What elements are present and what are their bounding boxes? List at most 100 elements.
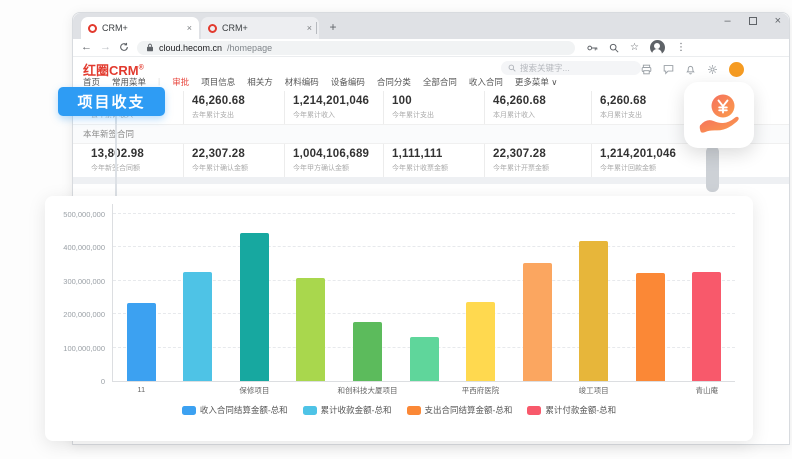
browser-tab-1[interactable]: CRM+ ×: [81, 17, 199, 39]
bar[interactable]: [523, 263, 552, 381]
metric-label: 今年新签合同额: [91, 163, 183, 173]
bar[interactable]: [183, 272, 212, 381]
minimize-button[interactable]: –: [724, 15, 730, 27]
bar[interactable]: [127, 303, 156, 381]
metric-this-year-expense: 100 今年累计支出: [383, 91, 484, 124]
bar-slot: [170, 204, 227, 381]
legend-item[interactable]: 支出合同结算金额-总和: [407, 404, 513, 416]
gear-icon[interactable]: [707, 64, 718, 75]
nav-item-more-menu[interactable]: 更多菜单 ∨: [515, 76, 558, 88]
nav-item-material-code[interactable]: 材料编码: [285, 76, 319, 88]
tab-close-icon[interactable]: ×: [187, 23, 192, 33]
key-icon[interactable]: [587, 44, 598, 52]
browser-tab-2[interactable]: CRM+ ×: [201, 17, 319, 39]
bar-slots: 11保修项目和创科技大厦项目平西府医院竣工项目青山庵: [113, 204, 735, 381]
metric-this-year-income: 1,214,201,046 今年累计收入: [284, 91, 383, 124]
bar[interactable]: [636, 273, 665, 381]
nav-item-approval[interactable]: 审批: [172, 76, 189, 88]
bar[interactable]: [240, 233, 269, 381]
padlock-icon: [146, 43, 154, 52]
x-axis-label: 平西府医院: [462, 385, 500, 396]
addressbar-icons: ☆ ⋮: [587, 40, 686, 55]
legend-swatch: [182, 406, 196, 415]
nav-item-equipment-code[interactable]: 设备编码: [331, 76, 365, 88]
legend-swatch: [407, 406, 421, 415]
metric-label: 本月累计支出: [600, 110, 695, 120]
metric-value: 1,004,106,689: [293, 148, 383, 160]
bar[interactable]: [692, 272, 721, 381]
legend-swatch: [303, 406, 317, 415]
tab-close-icon[interactable]: ×: [307, 23, 312, 33]
logo-registered-mark: ®: [139, 65, 144, 72]
header-icons: [641, 62, 744, 77]
chart-legend: 收入合同结算金额-总和 累计收款金额-总和 支出合同结算金额-总和 累计付款金额-总和: [45, 404, 753, 416]
browser-menu-icon[interactable]: ⋮: [676, 43, 686, 53]
maximize-button[interactable]: [749, 17, 757, 25]
nav-item-income-contracts[interactable]: 收入合同: [469, 76, 503, 88]
metric-invoice-received-amount: 1,111,111 今年累计收票金额: [383, 144, 484, 177]
metric-new-contract-amount: 13,802.98 今年新签合同额: [83, 144, 183, 177]
bar[interactable]: [410, 337, 439, 381]
app-search[interactable]: [501, 61, 641, 75]
legend-item[interactable]: 累计付款金额-总和: [527, 404, 616, 416]
window-controls: – ×: [724, 15, 781, 27]
new-tab-button[interactable]: +: [325, 20, 341, 36]
metric-label: 今年甲方确认金额: [293, 163, 383, 173]
nav-item-contract-category[interactable]: 合同分类: [377, 76, 411, 88]
message-icon[interactable]: [663, 64, 674, 75]
plot-area: 11保修项目和创科技大厦项目平西府医院竣工项目青山庵: [112, 204, 735, 382]
badge-connector-line: [115, 116, 117, 196]
bar-slot: 保修项目: [226, 204, 283, 381]
address-bar: ← → cloud.hecom.cn/homepage ☆ ⋮: [73, 39, 789, 57]
bar[interactable]: [353, 322, 382, 381]
legend-label: 支出合同结算金额-总和: [425, 404, 513, 416]
profile-avatar-icon[interactable]: [650, 40, 665, 55]
app-header: 红圈CRM® 首页 常用菜单 | 审批 项目信息 相关方 材料编码 设备编码 合…: [73, 57, 789, 91]
reload-icon[interactable]: [119, 39, 129, 57]
print-icon[interactable]: [641, 64, 652, 75]
legend-swatch: [527, 406, 541, 415]
metric-value: 1,214,201,046: [293, 95, 383, 107]
bar-slot: 竣工项目: [565, 204, 622, 381]
y-tick-label: 500,000,000: [45, 210, 105, 219]
close-button[interactable]: ×: [775, 15, 781, 27]
tab-title: CRM+: [102, 23, 182, 33]
search-lens-icon[interactable]: [609, 43, 619, 53]
bell-icon[interactable]: [685, 64, 696, 75]
x-axis-label: 青山庵: [695, 385, 718, 396]
metric-value: 46,260.68: [493, 95, 591, 107]
crm-favicon: [88, 24, 97, 33]
scrollbar-thumb[interactable]: [706, 146, 719, 192]
legend-item[interactable]: 收入合同结算金额-总和: [182, 404, 288, 416]
metric-value: 46,260.68: [192, 95, 284, 107]
dashboard-body: 23,820.79 去年累计收入 46,260.68 去年累计支出 1,214,…: [73, 91, 789, 184]
bookmark-star-icon[interactable]: ☆: [630, 43, 639, 53]
y-tick-label: 100,000,000: [45, 344, 105, 353]
legend-item[interactable]: 累计收款金额-总和: [303, 404, 392, 416]
nav-item-related-party[interactable]: 相关方: [247, 76, 273, 88]
metric-label: 今年累计回款金额: [600, 163, 695, 173]
user-avatar[interactable]: [729, 62, 744, 77]
metric-last-year-expense: 46,260.68 去年累计支出: [183, 91, 284, 124]
bar[interactable]: [466, 302, 495, 381]
metric-label: 今年累计收票金额: [392, 163, 484, 173]
bar[interactable]: [296, 278, 325, 381]
metric-label: 去年累计支出: [192, 110, 284, 120]
nav-item-all-contracts[interactable]: 全部合同: [423, 76, 457, 88]
url-bar[interactable]: cloud.hecom.cn/homepage: [137, 41, 575, 55]
metric-payment-collected-amount: 1,214,201,046 今年累计回款金额: [591, 144, 695, 177]
url-path: /homepage: [227, 43, 272, 53]
hand-holding-yuan-icon: [695, 91, 743, 139]
y-tick-label: 200,000,000: [45, 310, 105, 319]
forward-icon[interactable]: →: [100, 42, 111, 53]
back-icon[interactable]: ←: [81, 42, 92, 53]
project-income-expense-badge[interactable]: 项目收支: [58, 87, 165, 116]
url-host: cloud.hecom.cn: [159, 43, 222, 53]
x-axis-label: 保修项目: [239, 385, 269, 396]
bar[interactable]: [579, 241, 608, 381]
x-axis-label: 竣工项目: [579, 385, 609, 396]
metric-value: 13,802.98: [91, 148, 183, 160]
nav-item-project-info[interactable]: 项目信息: [201, 76, 235, 88]
crm-favicon: [208, 24, 217, 33]
search-input[interactable]: [520, 63, 630, 73]
